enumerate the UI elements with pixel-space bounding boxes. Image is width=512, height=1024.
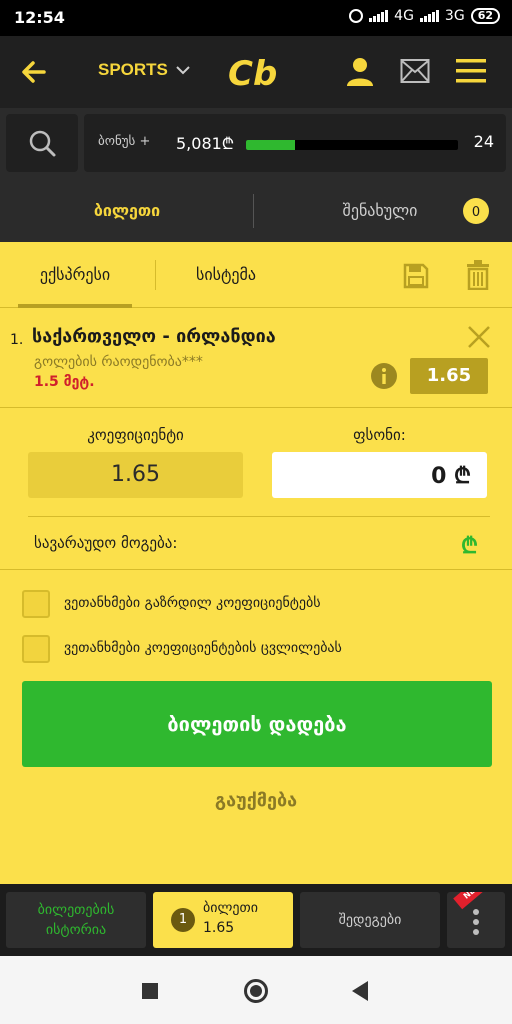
more-menu-button[interactable]: NEW bbox=[447, 892, 505, 948]
back-icon[interactable] bbox=[352, 981, 368, 1001]
back-arrow-icon[interactable] bbox=[18, 56, 50, 88]
bonus-amount: 5,081₾ bbox=[176, 134, 235, 153]
close-icon[interactable] bbox=[466, 324, 492, 350]
trash-icon[interactable] bbox=[464, 260, 492, 290]
subtab-divider bbox=[155, 260, 156, 290]
network-label-1: 4G bbox=[394, 8, 414, 24]
bet-item: 1. საქართველო - ირლანდია გოლების რაოდენო… bbox=[0, 308, 512, 408]
bet-type-tabs: ექსპრესი სისტემა bbox=[0, 242, 512, 308]
coefficient-value: 1.65 bbox=[28, 452, 243, 498]
agree-increase-checkbox[interactable] bbox=[22, 590, 50, 618]
stake-input[interactable] bbox=[272, 452, 487, 498]
status-bar: 12:54 4G 3G 62 bbox=[0, 0, 512, 36]
bonus-count: 24 bbox=[473, 132, 494, 151]
ticket-history-line2: ისტორია bbox=[45, 922, 107, 938]
agree-change-label: ვეთანხმები კოეფიციენტების ცვლილებას bbox=[64, 640, 342, 656]
bet-market: გოლების რაოდენობა*** bbox=[34, 354, 203, 370]
slip-label: ბილეთი bbox=[203, 900, 258, 916]
divider bbox=[28, 516, 490, 517]
save-icon[interactable] bbox=[402, 262, 430, 290]
stake-label: ფსონი: bbox=[353, 426, 406, 444]
place-bet-button[interactable]: ბილეთის დადება bbox=[22, 681, 492, 767]
chevron-down-icon[interactable] bbox=[175, 62, 191, 78]
ticket-history-line1: ბილეთების bbox=[37, 902, 115, 918]
tab-ticket[interactable]: ბილეთი bbox=[0, 180, 254, 242]
bet-odd: 1.65 bbox=[410, 358, 488, 394]
status-time: 12:54 bbox=[14, 8, 65, 27]
bet-match: საქართველო - ირლანდია bbox=[32, 326, 276, 347]
results-button[interactable]: შედეგები bbox=[300, 892, 440, 948]
tab-system[interactable]: სისტემა bbox=[176, 242, 276, 308]
app-header: SPORTS Cb bbox=[0, 36, 512, 108]
coefficient-label: კოეფიციენტი bbox=[87, 426, 184, 444]
agree-change-checkbox[interactable] bbox=[22, 635, 50, 663]
status-icons: 4G 3G 62 bbox=[349, 8, 500, 24]
hamburger-menu-icon[interactable] bbox=[456, 58, 486, 84]
info-icon[interactable] bbox=[370, 362, 398, 390]
agree-increase-label: ვეთანხმები გაზრდილ კოეფიციენტებს bbox=[64, 595, 321, 611]
bet-slip-panel: ექსპრესი სისტემა 1. საქართველო - ირლანდი… bbox=[0, 242, 512, 884]
bonus-progress-fill bbox=[246, 140, 295, 150]
recent-apps-icon[interactable] bbox=[142, 983, 158, 999]
search-button[interactable] bbox=[6, 114, 78, 172]
potential-win-row: სავარაუდო მოგება: ₾ bbox=[0, 518, 512, 570]
sports-menu-label[interactable]: SPORTS bbox=[98, 60, 168, 80]
brand-logo[interactable]: Cb bbox=[226, 52, 288, 92]
bet-number: 1. bbox=[10, 332, 24, 348]
bet-slip-button[interactable]: 1 ბილეთი 1.65 bbox=[153, 892, 293, 948]
network-label-2: 3G bbox=[444, 8, 465, 24]
android-nav-bar bbox=[0, 956, 512, 1024]
home-icon[interactable] bbox=[244, 979, 268, 1003]
alarm-icon bbox=[349, 9, 364, 23]
search-icon bbox=[29, 130, 56, 157]
saved-count-text: 0 bbox=[472, 205, 480, 220]
bonus-progress-bar bbox=[246, 140, 458, 150]
battery-icon: 62 bbox=[470, 8, 500, 24]
logo-text: Cb bbox=[228, 54, 277, 92]
potential-win-label: სავარაუდო მოგება: bbox=[34, 534, 178, 552]
bet-pick: 1.5 მეტ. bbox=[34, 374, 95, 390]
main-tabs: ბილეთი შენახული bbox=[0, 180, 512, 242]
new-badge: NEW bbox=[453, 892, 493, 910]
bonus-label: ბონუს + bbox=[98, 134, 151, 149]
ticket-history-button[interactable]: ბილეთების ისტორია bbox=[6, 892, 146, 948]
bonus-progress-box[interactable]: ბონუს + 5,081₾ 24 bbox=[84, 114, 506, 172]
cancel-button[interactable]: გაუქმება bbox=[0, 790, 512, 811]
currency-icon: ₾ bbox=[461, 534, 478, 559]
signal-icon-2 bbox=[419, 10, 439, 22]
more-vertical-icon bbox=[473, 909, 479, 935]
bottom-bar: ბილეთების ისტორია 1 ბილეთი 1.65 შედეგები… bbox=[0, 884, 512, 956]
user-icon[interactable] bbox=[345, 56, 375, 88]
slip-odd: 1.65 bbox=[203, 920, 235, 936]
tab-divider bbox=[253, 194, 254, 228]
tab-saved[interactable]: შენახული bbox=[300, 180, 460, 242]
mail-icon[interactable] bbox=[400, 58, 430, 84]
bonus-row: ბონუს + 5,081₾ 24 bbox=[0, 108, 512, 180]
slip-count-badge: 1 bbox=[171, 908, 195, 932]
tab-express[interactable]: ექსპრესი bbox=[18, 242, 132, 308]
saved-count-badge: 0 bbox=[463, 198, 489, 224]
signal-icon bbox=[369, 10, 389, 22]
